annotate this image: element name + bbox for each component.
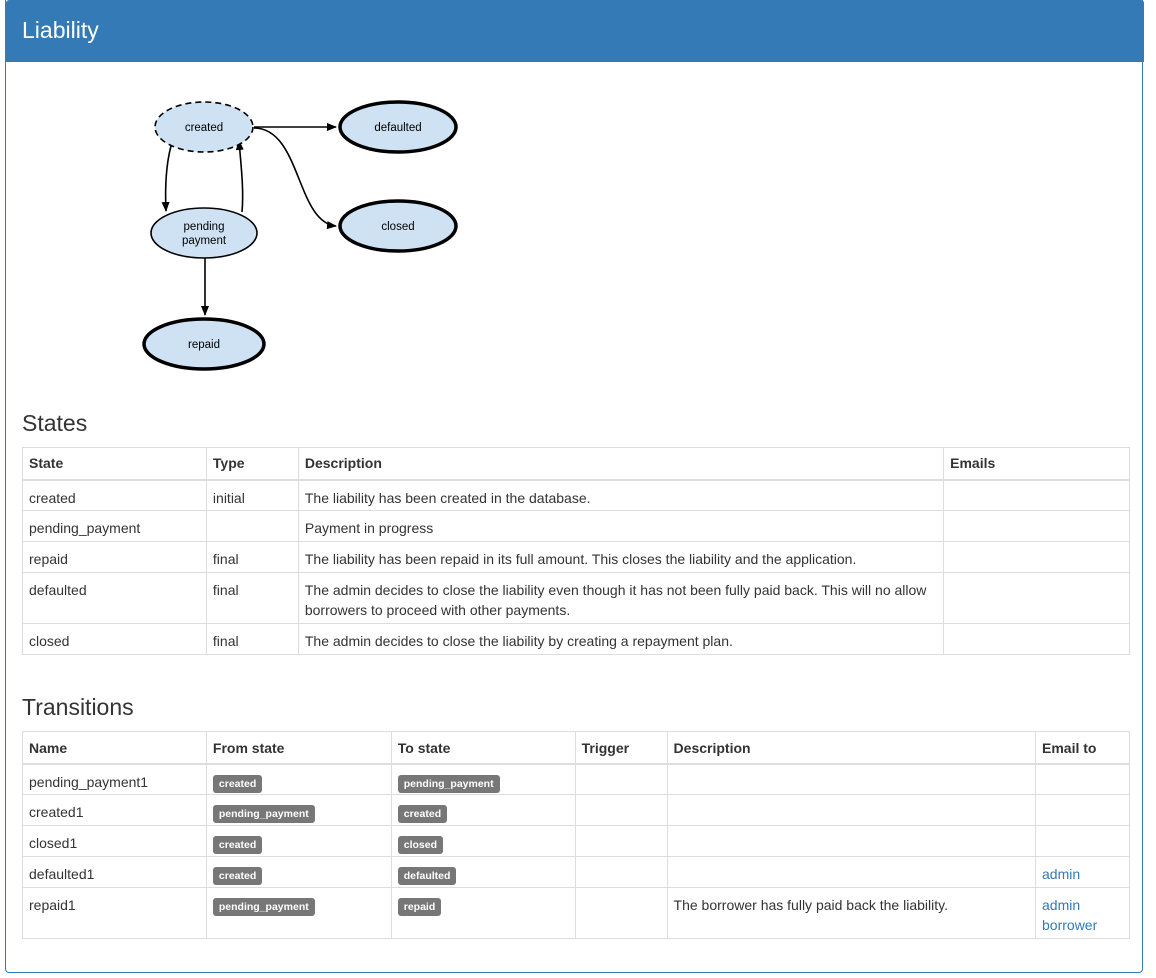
from-state-badge: created bbox=[212, 836, 263, 854]
node-closed: closed bbox=[338, 199, 458, 253]
state-type bbox=[205, 510, 299, 542]
liability-panel: Liability created defaulted closed pendi… bbox=[5, 0, 1144, 973]
edge-pending-created bbox=[235, 140, 244, 213]
panel-title: Liability bbox=[22, 17, 99, 43]
state-type: final bbox=[205, 541, 299, 573]
state-description: The admin decides to close the liability… bbox=[297, 623, 945, 655]
table-row: repaid1 pending_payment repaid The borro… bbox=[22, 887, 1130, 939]
transition-email-to: admin bbox=[1035, 856, 1130, 888]
to-state-badge: created bbox=[397, 805, 448, 823]
states-table: State Type Description Emails created in… bbox=[22, 447, 1130, 655]
transition-email-to bbox=[1035, 825, 1130, 857]
state-emails bbox=[943, 623, 1130, 655]
state-type: final bbox=[205, 572, 299, 624]
state-description: The admin decides to close the liability… bbox=[297, 572, 945, 624]
node-created: created bbox=[154, 101, 254, 153]
transition-trigger bbox=[574, 825, 668, 857]
transition-email-to: admin borrower bbox=[1035, 887, 1130, 939]
svg-text:payment: payment bbox=[182, 235, 227, 247]
table-row: pending_payment1 created pending_payment bbox=[22, 763, 1130, 795]
state-name: created bbox=[22, 479, 207, 511]
col-type: Type bbox=[205, 447, 299, 481]
from-state-badge: pending_payment bbox=[212, 805, 315, 823]
svg-text:created: created bbox=[185, 122, 223, 134]
svg-text:defaulted: defaulted bbox=[374, 122, 421, 134]
state-diagram: created defaulted closed pending payment… bbox=[142, 100, 458, 371]
transition-trigger bbox=[574, 794, 668, 826]
email-link-admin[interactable]: admin bbox=[1042, 895, 1123, 915]
col-from-state: From state bbox=[205, 731, 392, 765]
state-name: defaulted bbox=[22, 572, 207, 624]
transitions-heading: Transitions bbox=[22, 694, 134, 720]
edge-created-pending bbox=[161, 145, 172, 212]
transition-description: The borrower has fully paid back the lia… bbox=[666, 887, 1037, 939]
svg-text:closed: closed bbox=[381, 221, 414, 233]
to-state-badge: pending_payment bbox=[397, 774, 500, 793]
col-state: State bbox=[22, 447, 207, 481]
to-state-badge: closed bbox=[397, 836, 444, 854]
transitions-header-row: Name From state To state Trigger Descrip… bbox=[22, 731, 1130, 765]
state-name: closed bbox=[22, 623, 207, 655]
email-link-admin[interactable]: admin bbox=[1042, 864, 1123, 884]
edge-created-closed bbox=[253, 127, 337, 230]
col-description: Description bbox=[666, 731, 1037, 765]
node-pending-payment: pending payment bbox=[150, 207, 258, 259]
transitions-table: Name From state To state Trigger Descrip… bbox=[22, 731, 1130, 939]
table-row: defaulted1 created defaulted admin bbox=[22, 856, 1130, 888]
from-state-badge: pending_payment bbox=[212, 898, 315, 916]
states-header-row: State Type Description Emails bbox=[22, 447, 1130, 481]
table-row: closed1 created closed bbox=[22, 825, 1130, 857]
transition-email-to bbox=[1035, 763, 1130, 795]
transition-trigger bbox=[574, 856, 668, 888]
col-description: Description bbox=[297, 447, 945, 481]
state-name: pending_payment bbox=[22, 510, 207, 542]
col-to-state: To state bbox=[390, 731, 576, 765]
transition-description bbox=[666, 825, 1037, 857]
email-link-borrower[interactable]: borrower bbox=[1042, 915, 1123, 935]
table-row: defaulted final The admin decides to clo… bbox=[22, 572, 1130, 624]
state-emails bbox=[943, 541, 1130, 573]
transition-description bbox=[666, 763, 1037, 795]
from-state-badge: created bbox=[212, 867, 263, 885]
to-state-badge: defaulted bbox=[397, 867, 457, 885]
transition-name: repaid1 bbox=[22, 887, 207, 939]
transition-name: defaulted1 bbox=[22, 856, 207, 888]
transition-description bbox=[666, 794, 1037, 826]
state-name: repaid bbox=[22, 541, 207, 573]
svg-text:pending: pending bbox=[184, 221, 225, 233]
col-email-to: Email to bbox=[1035, 731, 1130, 765]
state-type: final bbox=[205, 623, 299, 655]
table-row: repaid final The liability has been repa… bbox=[22, 541, 1130, 573]
transition-name: pending_payment1 bbox=[22, 763, 207, 795]
panel-heading: Liability bbox=[6, 0, 1144, 62]
node-repaid: repaid bbox=[142, 317, 266, 371]
state-emails bbox=[943, 572, 1130, 624]
state-type: initial bbox=[205, 479, 299, 511]
table-row: created initial The liability has been c… bbox=[22, 479, 1130, 511]
states-heading: States bbox=[22, 410, 88, 436]
table-row: created1 pending_payment created bbox=[22, 794, 1130, 826]
col-emails: Emails bbox=[943, 447, 1130, 481]
transition-trigger bbox=[574, 763, 668, 795]
node-defaulted: defaulted bbox=[338, 100, 458, 154]
state-description: Payment in progress bbox=[297, 510, 945, 542]
state-emails bbox=[943, 479, 1130, 511]
transition-name: closed1 bbox=[22, 825, 207, 857]
state-emails bbox=[943, 510, 1130, 542]
from-state-badge: created bbox=[212, 774, 263, 793]
state-description: The liability has been created in the da… bbox=[297, 479, 945, 511]
table-row: pending_payment Payment in progress bbox=[22, 510, 1130, 542]
transition-trigger bbox=[574, 887, 668, 939]
transition-email-to bbox=[1035, 794, 1130, 826]
col-trigger: Trigger bbox=[574, 731, 668, 765]
svg-text:repaid: repaid bbox=[188, 339, 220, 351]
state-description: The liability has been repaid in its ful… bbox=[297, 541, 945, 573]
col-name: Name bbox=[22, 731, 207, 765]
transition-name: created1 bbox=[22, 794, 207, 826]
to-state-badge: repaid bbox=[397, 898, 442, 916]
table-row: closed final The admin decides to close … bbox=[22, 623, 1130, 655]
transition-description bbox=[666, 856, 1037, 888]
